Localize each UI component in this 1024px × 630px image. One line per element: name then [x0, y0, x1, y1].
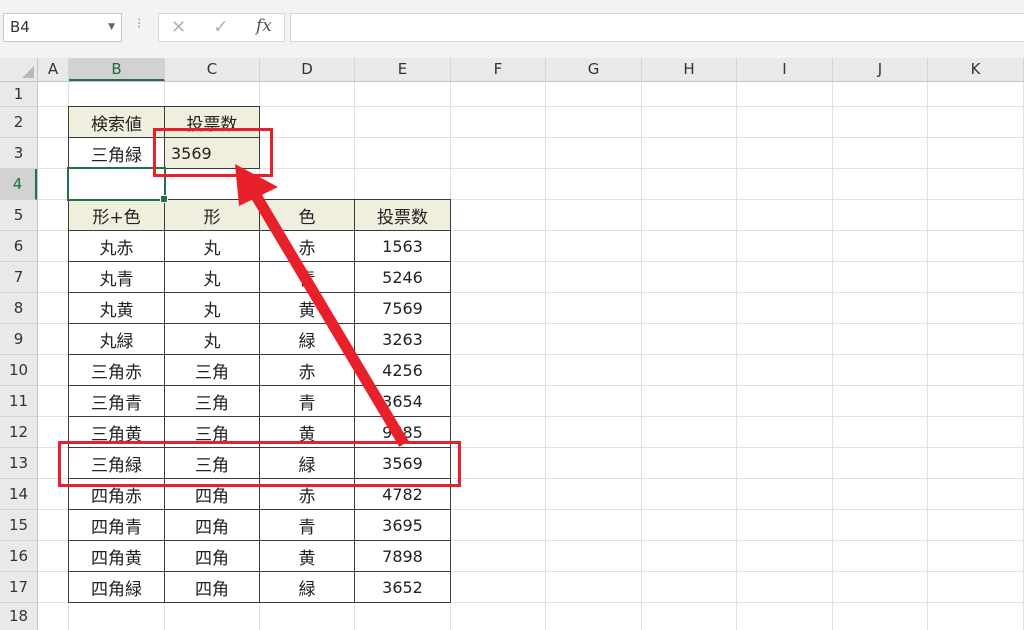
column-header-a[interactable]: A — [38, 58, 69, 81]
row-header-2[interactable]: 2 — [0, 107, 37, 138]
column-header-j[interactable]: J — [833, 58, 928, 81]
select-all-button[interactable] — [0, 58, 38, 81]
column-header-h[interactable]: H — [642, 58, 737, 81]
row-header-4[interactable]: 4 — [0, 169, 37, 200]
column-header-d[interactable]: D — [260, 58, 355, 81]
column-header-row: A B C D E F G H I J K — [0, 58, 1024, 82]
row-header-8[interactable]: 8 — [0, 293, 37, 324]
row-header-14[interactable]: 14 — [0, 479, 37, 510]
more-options-icon: ⁝ — [137, 16, 142, 32]
cancel-icon[interactable]: ✕ — [171, 17, 186, 38]
row-header-3[interactable]: 3 — [0, 138, 37, 169]
column-header-c[interactable]: C — [165, 58, 260, 81]
insert-function-icon[interactable]: fx — [256, 16, 272, 36]
row-header-13[interactable]: 13 — [0, 448, 37, 479]
formula-bar: B4 ▼ ⁝ ✕ ✓ fx — [0, 0, 1024, 60]
row-header-16[interactable]: 16 — [0, 541, 37, 572]
arrow-shaft — [250, 191, 409, 447]
column-header-b[interactable]: B — [69, 58, 165, 81]
select-all-icon — [22, 66, 34, 78]
row-header-10[interactable]: 10 — [0, 355, 37, 386]
column-header-i[interactable]: I — [737, 58, 833, 81]
row-header-18[interactable]: 18 — [0, 603, 37, 630]
row-header-9[interactable]: 9 — [0, 324, 37, 355]
row-header-17[interactable]: 17 — [0, 572, 37, 603]
row-header-1[interactable]: 1 — [0, 82, 37, 107]
column-header-k[interactable]: K — [928, 58, 1024, 81]
row-header-12[interactable]: 12 — [0, 417, 37, 448]
formula-buttons: ✕ ✓ fx — [158, 13, 285, 42]
column-header-f[interactable]: F — [451, 58, 546, 81]
chevron-down-icon[interactable]: ▼ — [108, 14, 115, 41]
row-header-15[interactable]: 15 — [0, 510, 37, 541]
row-header-column: 1 2 3 4 5 6 7 8 9 10 11 12 13 14 15 16 1… — [0, 82, 38, 630]
row-header-6[interactable]: 6 — [0, 231, 37, 262]
column-header-e[interactable]: E — [355, 58, 451, 81]
arrow-annotation — [235, 164, 409, 447]
enter-icon[interactable]: ✓ — [213, 16, 229, 38]
row-header-5[interactable]: 5 — [0, 200, 37, 231]
row-header-11[interactable]: 11 — [0, 386, 37, 417]
spreadsheet-grid[interactable]: 検索値 投票数 三角緑 3569 形+色 形 色 投票数 丸赤丸赤 1563 丸青丸… — [38, 82, 1024, 630]
column-header-g[interactable]: G — [546, 58, 642, 81]
name-box[interactable]: B4 ▼ — [3, 13, 122, 42]
row-header-7[interactable]: 7 — [0, 262, 37, 293]
formula-input[interactable] — [290, 13, 1024, 42]
name-box-value: B4 — [10, 18, 30, 36]
